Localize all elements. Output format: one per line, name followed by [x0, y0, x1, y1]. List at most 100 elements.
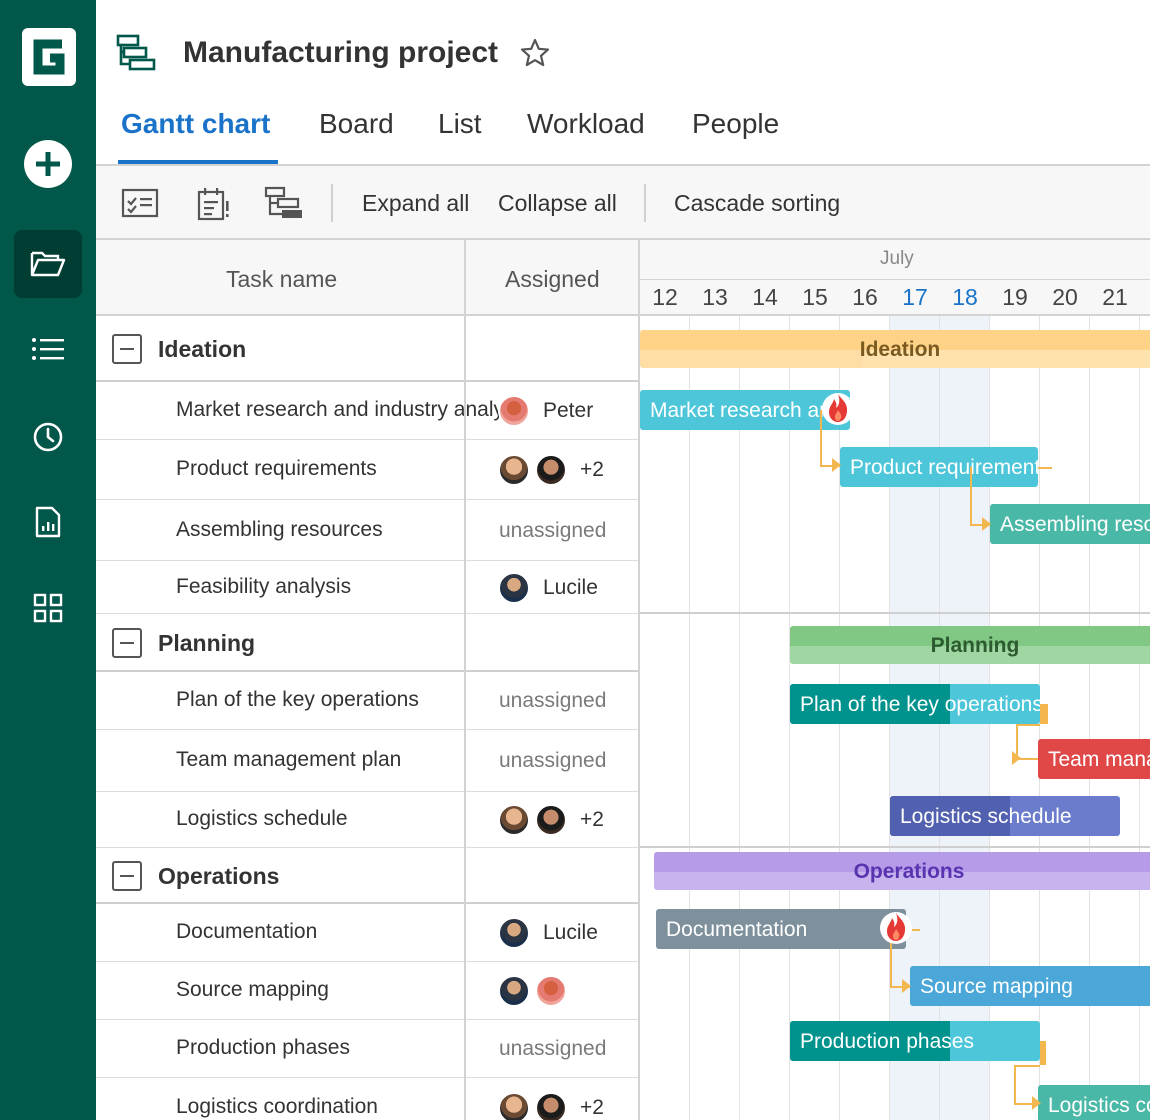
column-assigned[interactable]: Assigned	[505, 266, 600, 293]
collapse-toggle-icon[interactable]	[112, 334, 142, 364]
day-label[interactable]: 13	[690, 284, 740, 311]
dependency-link[interactable]	[1038, 467, 1052, 469]
task-bar-market-research[interactable]: Market research and industry analysis	[640, 390, 850, 430]
task-bar-source-mapping[interactable]: Source mapping	[910, 966, 1150, 1006]
avatar[interactable]	[535, 454, 567, 486]
task-name[interactable]: Feasibility analysis	[176, 575, 351, 599]
task-name[interactable]: Production phases	[176, 1036, 350, 1060]
clock-icon	[33, 422, 63, 452]
day-label[interactable]: 12	[640, 284, 690, 311]
task-bar-production-phases[interactable]: Production phases	[790, 1021, 1040, 1061]
avatar[interactable]	[498, 917, 530, 949]
star-icon[interactable]	[520, 38, 550, 68]
column-task-name[interactable]: Task name	[226, 266, 337, 293]
collapse-toggle-icon[interactable]	[112, 628, 142, 658]
task-bar-documentation[interactable]: Documentation	[656, 909, 906, 949]
task-name[interactable]: Source mapping	[176, 978, 329, 1002]
group-row[interactable]: Planning	[96, 614, 640, 672]
grid-header: Task name Assigned	[96, 240, 640, 316]
task-bar-assembling-resources[interactable]: Assembling resources	[990, 504, 1150, 544]
sidebar	[0, 0, 96, 1120]
task-bar-product-requirements[interactable]: Product requirements	[840, 447, 1038, 487]
task-name[interactable]: Product requirements	[176, 457, 377, 481]
app-logo[interactable]	[22, 28, 76, 86]
task-row[interactable]: Logistics coordination +2	[96, 1078, 640, 1120]
task-row[interactable]: Team management plan unassigned	[96, 730, 640, 792]
task-row[interactable]: Documentation Lucile	[96, 904, 640, 962]
task-row[interactable]: Product requirements +2	[96, 440, 640, 500]
sidebar-item-apps[interactable]	[14, 574, 82, 642]
task-row[interactable]: Plan of the key operations unassigned	[96, 672, 640, 730]
task-name[interactable]: Logistics coordination	[176, 1095, 378, 1119]
sidebar-item-projects[interactable]	[14, 230, 82, 298]
cascade-sorting-button[interactable]: Cascade sorting	[674, 190, 840, 217]
collapse-all-button[interactable]: Collapse all	[498, 190, 617, 217]
task-row[interactable]: Assembling resources unassigned	[96, 500, 640, 561]
dependency-link[interactable]	[1014, 1065, 1040, 1067]
task-row[interactable]: Production phases unassigned	[96, 1020, 640, 1078]
sidebar-item-reports[interactable]	[14, 488, 82, 556]
bar-label: Product requirements	[850, 456, 1038, 479]
sidebar-item-time[interactable]	[14, 403, 82, 471]
task-bar-plan-key-operations[interactable]: Plan of the key operations	[790, 684, 1040, 724]
dependency-link[interactable]	[970, 467, 972, 524]
avatar[interactable]	[498, 571, 530, 604]
day-label[interactable]: 14	[740, 284, 790, 311]
dependency-link[interactable]	[1040, 1041, 1046, 1065]
task-name[interactable]: Logistics schedule	[176, 807, 348, 831]
dependency-link[interactable]	[1016, 724, 1040, 726]
avatar[interactable]	[535, 1092, 567, 1120]
dependency-link[interactable]	[1040, 704, 1048, 724]
avatar[interactable]	[535, 804, 567, 836]
tab-list[interactable]: List	[438, 108, 482, 140]
group-row[interactable]: Operations	[96, 848, 640, 904]
summary-bar-ideation[interactable]: Ideation	[640, 330, 1150, 368]
task-row[interactable]: Market research and industry analysis Pet…	[96, 382, 640, 440]
sidebar-item-tasks[interactable]	[14, 315, 82, 383]
task-row[interactable]: Source mapping	[96, 962, 640, 1020]
avatar[interactable]	[498, 454, 530, 486]
task-bar-logistics-coordination[interactable]: Logistics coordination	[1038, 1085, 1150, 1120]
tab-workload[interactable]: Workload	[527, 108, 645, 140]
calendar-task-icon[interactable]	[196, 186, 230, 222]
task-name[interactable]: Team management plan	[176, 748, 401, 772]
create-button[interactable]	[14, 130, 82, 198]
day-label[interactable]: 15	[790, 284, 840, 311]
task-name[interactable]: Assembling resources	[176, 518, 383, 542]
column-divider[interactable]	[464, 240, 466, 1120]
dependency-arrow-icon	[982, 517, 991, 531]
avatar[interactable]	[498, 395, 530, 427]
task-name[interactable]: Market research and industry analysis	[176, 398, 530, 422]
task-name[interactable]: Plan of the key operations	[176, 688, 419, 712]
tab-gantt-chart[interactable]: Gantt chart	[121, 108, 270, 140]
tab-board[interactable]: Board	[319, 108, 394, 140]
project-title: Manufacturing project	[183, 36, 499, 69]
avatar[interactable]	[498, 1092, 530, 1120]
day-label[interactable]: 16	[840, 284, 890, 311]
day-label[interactable]: 17	[890, 284, 940, 311]
add-task-icon[interactable]	[121, 186, 159, 220]
group-row[interactable]: Ideation	[96, 316, 640, 382]
day-label[interactable]: 20	[1040, 284, 1090, 311]
expand-all-button[interactable]: Expand all	[362, 190, 469, 217]
task-bar-logistics-schedule[interactable]: Logistics schedule	[890, 796, 1120, 836]
task-name[interactable]: Documentation	[176, 920, 317, 944]
tab-people[interactable]: People	[692, 108, 779, 140]
task-bar-team-management[interactable]: Team management plan	[1038, 739, 1150, 779]
summary-bar-operations[interactable]: Operations	[654, 852, 1150, 890]
task-row[interactable]: Logistics schedule +2	[96, 792, 640, 848]
avatar[interactable]	[498, 975, 530, 1007]
dependency-link[interactable]	[1014, 1065, 1016, 1105]
avatar[interactable]	[498, 804, 530, 836]
collapse-toggle-icon[interactable]	[112, 861, 142, 891]
task-row[interactable]: Feasibility analysis Lucile	[96, 561, 640, 614]
hierarchy-icon[interactable]	[264, 186, 304, 220]
day-label[interactable]: 18	[940, 284, 990, 311]
day-label[interactable]: 19	[990, 284, 1040, 311]
day-label[interactable]: 21	[1090, 284, 1140, 311]
unassigned-label: unassigned	[499, 749, 607, 772]
group-divider	[640, 846, 1150, 848]
dependency-arrow-icon	[1032, 1096, 1041, 1110]
summary-bar-planning[interactable]: Planning	[790, 626, 1150, 664]
avatar[interactable]	[535, 975, 567, 1007]
